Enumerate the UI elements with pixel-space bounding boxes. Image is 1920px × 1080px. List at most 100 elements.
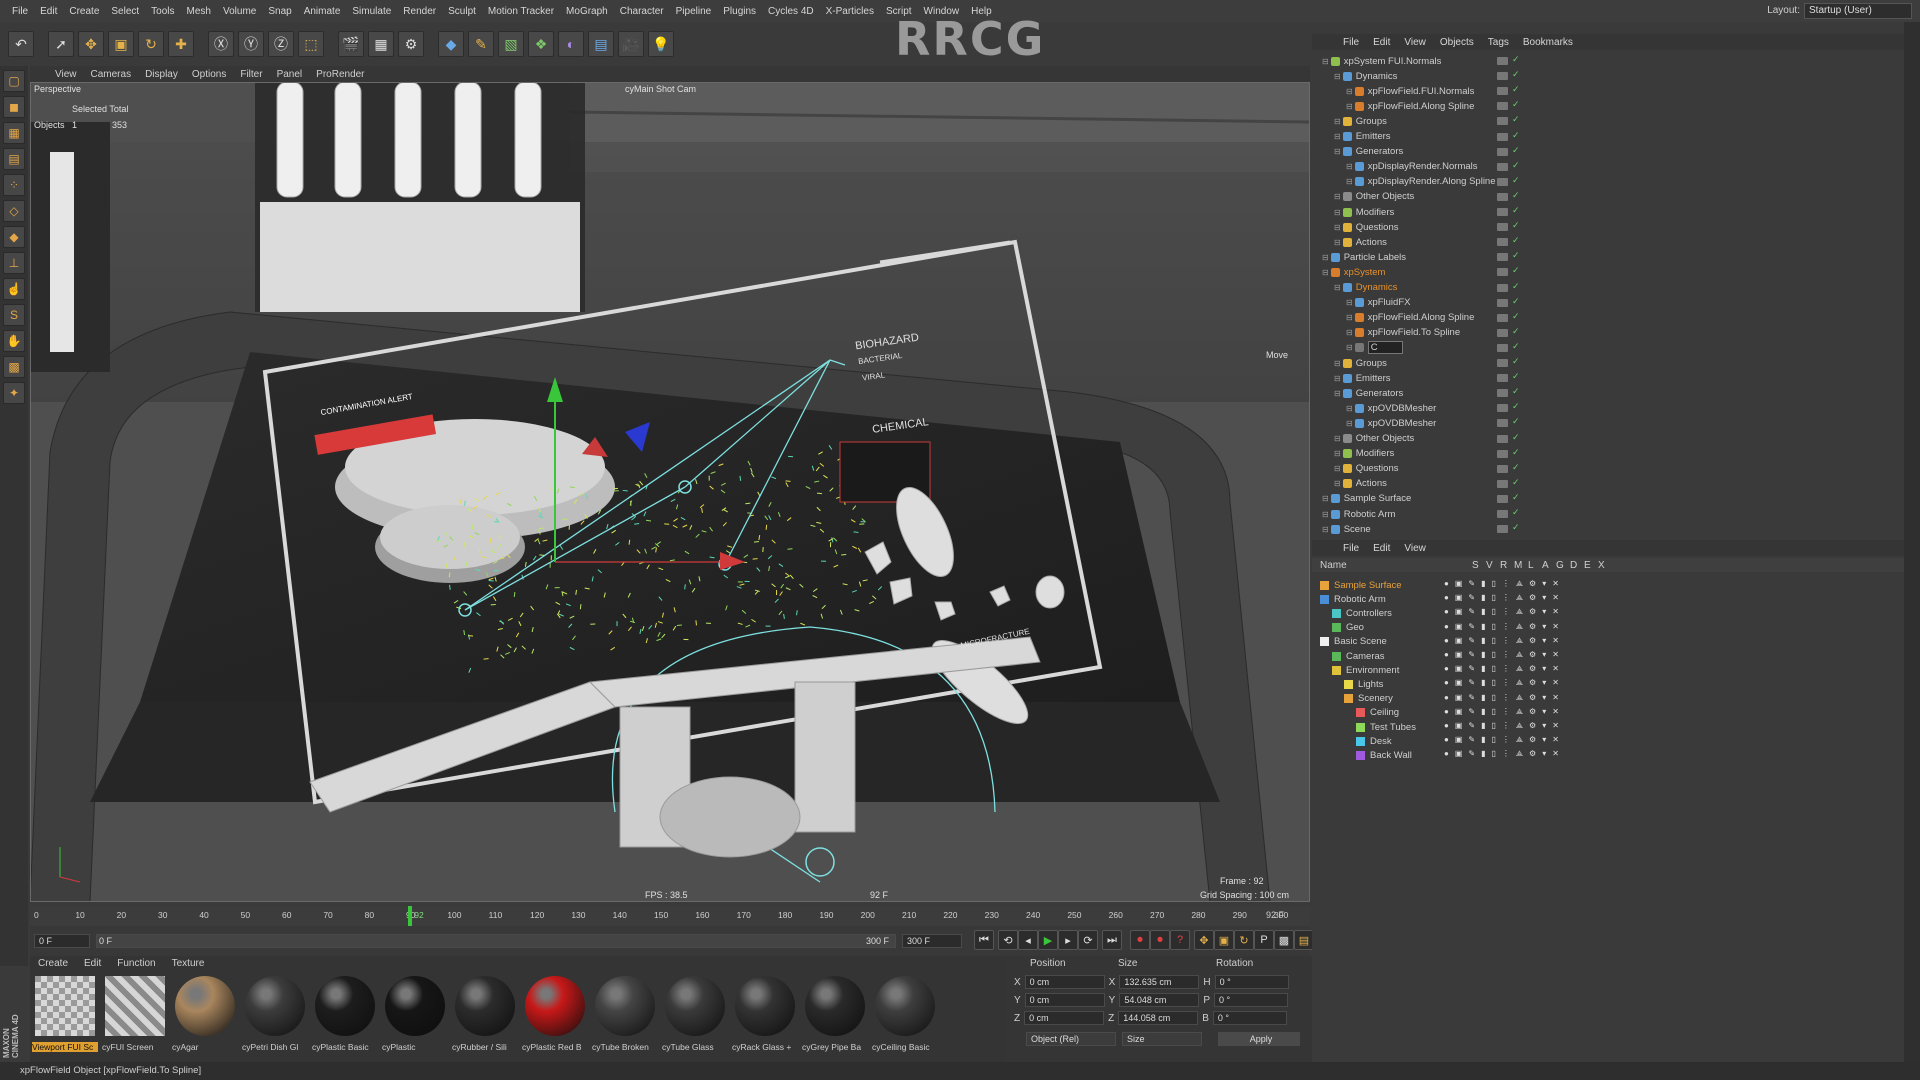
- enabled-check-icon[interactable]: ✓: [1512, 160, 1520, 171]
- visibility-dot-icon[interactable]: [1497, 374, 1508, 383]
- scheme-icon[interactable]: ▤: [1294, 930, 1314, 950]
- layer-item[interactable]: Test Tubes: [1320, 720, 1416, 734]
- autokey-icon[interactable]: ⏺: [1150, 930, 1170, 950]
- enabled-check-icon[interactable]: ✓: [1512, 235, 1520, 246]
- expand-icon[interactable]: ⊟: [1334, 434, 1341, 443]
- menu-select[interactable]: Select: [105, 6, 145, 17]
- rotation-field[interactable]: 0 °: [1212, 1011, 1287, 1025]
- layer-color-swatch[interactable]: [1344, 694, 1353, 704]
- visibility-dot-icon[interactable]: [1497, 419, 1508, 428]
- enabled-check-icon[interactable]: ✓: [1512, 341, 1520, 352]
- layer-item[interactable]: Ceiling: [1320, 706, 1399, 720]
- object-menu-file[interactable]: File: [1336, 37, 1366, 48]
- menu-sculpt[interactable]: Sculpt: [442, 6, 482, 17]
- visibility-dot-icon[interactable]: [1497, 389, 1508, 398]
- scale-tool-icon[interactable]: ▣: [108, 31, 134, 57]
- right-side-tabs[interactable]: [1904, 22, 1920, 1062]
- material-swatch[interactable]: cyGrey Pipe Ba: [802, 976, 868, 1058]
- polygons-mode-icon[interactable]: ◆: [3, 226, 25, 248]
- menu-snap[interactable]: Snap: [262, 6, 297, 17]
- select-tool-icon[interactable]: ➚: [48, 31, 74, 57]
- layer-toggle-icons[interactable]: ●▣✎▮▯⋮⟁⚙▾✕: [1444, 622, 1565, 632]
- object-tree-item[interactable]: ⊟ Groups: [1322, 114, 1387, 128]
- expand-icon[interactable]: ⊟: [1322, 57, 1329, 66]
- object-tree-item[interactable]: ⊟ xpFluidFX: [1322, 296, 1410, 310]
- layer-color-swatch[interactable]: [1356, 736, 1365, 746]
- object-tree-item[interactable]: ⊟ Emitters: [1322, 130, 1391, 144]
- layer-item[interactable]: Controllers: [1320, 606, 1392, 620]
- enabled-check-icon[interactable]: ✓: [1512, 54, 1520, 65]
- points-mode-icon[interactable]: ⁘: [3, 174, 25, 196]
- model-mode-icon[interactable]: ◼: [3, 96, 25, 118]
- material-swatch[interactable]: cyRack Glass +: [732, 976, 798, 1058]
- visibility-dot-icon[interactable]: [1497, 132, 1508, 141]
- layer-color-swatch[interactable]: [1356, 708, 1365, 718]
- object-tree-item[interactable]: ⊟ C: [1322, 341, 1403, 355]
- object-tree-item[interactable]: ⊟ xpOVDBMesher: [1322, 401, 1436, 415]
- enabled-check-icon[interactable]: ✓: [1512, 281, 1520, 292]
- object-tree-item[interactable]: ⊟ Emitters: [1322, 371, 1391, 385]
- prev-key-icon[interactable]: ⟲: [998, 930, 1018, 950]
- material-swatch[interactable]: cyTube Broken: [592, 976, 658, 1058]
- key-pla-icon[interactable]: ▩: [1274, 930, 1294, 950]
- visibility-dot-icon[interactable]: [1497, 449, 1508, 458]
- expand-icon[interactable]: ⊟: [1334, 192, 1341, 201]
- create-object-icon[interactable]: ✚: [168, 31, 194, 57]
- enabled-check-icon[interactable]: ✓: [1512, 130, 1520, 141]
- object-menu-bookmarks[interactable]: Bookmarks: [1516, 37, 1580, 48]
- key-rotation-icon[interactable]: ↻: [1234, 930, 1254, 950]
- expand-icon[interactable]: ⊟: [1334, 132, 1341, 141]
- menu-x-particles[interactable]: X-Particles: [820, 6, 880, 17]
- layer-menu-view[interactable]: View: [1397, 543, 1433, 554]
- paint-icon[interactable]: ✦: [3, 382, 25, 404]
- visibility-dot-icon[interactable]: [1497, 223, 1508, 232]
- enabled-check-icon[interactable]: ✓: [1512, 190, 1520, 201]
- object-tree-item[interactable]: ⊟ xpDisplayRender.Along Spline: [1322, 175, 1496, 189]
- enabled-check-icon[interactable]: ✓: [1512, 205, 1520, 216]
- viewport-menu-view[interactable]: View: [48, 69, 84, 80]
- expand-icon[interactable]: ⊟: [1346, 419, 1353, 428]
- coord-size-dropdown[interactable]: Size: [1122, 1032, 1202, 1046]
- object-tree-item[interactable]: ⊟ Sample Surface: [1322, 492, 1411, 506]
- object-tree-item[interactable]: ⊟ xpFlowField.To Spline: [1322, 326, 1460, 340]
- prev-frame-icon[interactable]: ◂: [1018, 930, 1038, 950]
- key-param-icon[interactable]: P: [1254, 930, 1274, 950]
- layer-toggle-icons[interactable]: ●▣✎▮▯⋮⟁⚙▾✕: [1444, 579, 1565, 589]
- expand-icon[interactable]: ⊟: [1334, 374, 1341, 383]
- coord-mode-dropdown[interactable]: Object (Rel): [1026, 1032, 1116, 1046]
- enabled-check-icon[interactable]: ✓: [1512, 114, 1520, 125]
- workplane-icon[interactable]: ▤: [3, 148, 25, 170]
- menu-character[interactable]: Character: [614, 6, 670, 17]
- object-tree-item[interactable]: ⊟ xpFlowField.Along Spline: [1322, 99, 1474, 113]
- layer-toggle-icons[interactable]: ●▣✎▮▯⋮⟁⚙▾✕: [1444, 707, 1565, 717]
- apply-button[interactable]: Apply: [1218, 1032, 1300, 1046]
- enabled-check-icon[interactable]: ✓: [1512, 265, 1520, 276]
- next-key-icon[interactable]: ⟳: [1078, 930, 1098, 950]
- expand-icon[interactable]: ⊟: [1334, 72, 1341, 81]
- expand-icon[interactable]: ⊟: [1334, 238, 1341, 247]
- expand-icon[interactable]: ⊟: [1346, 177, 1353, 186]
- visibility-dot-icon[interactable]: [1497, 162, 1508, 171]
- viewport-menu-panel[interactable]: Panel: [270, 69, 310, 80]
- material-swatch[interactable]: cyRubber / Sili: [452, 976, 518, 1058]
- object-tree-item[interactable]: ⊟ Scene: [1322, 522, 1371, 536]
- enabled-check-icon[interactable]: ✓: [1512, 477, 1520, 488]
- goto-start-icon[interactable]: ⏮: [974, 930, 994, 950]
- object-tree-item[interactable]: ⊟ Generators: [1322, 145, 1403, 159]
- position-field[interactable]: 0 cm: [1024, 975, 1105, 989]
- next-frame-icon[interactable]: ▸: [1058, 930, 1078, 950]
- object-tree-item[interactable]: ⊟ Dynamics: [1322, 281, 1397, 295]
- make-editable-icon[interactable]: ▢: [3, 70, 25, 92]
- layer-color-swatch[interactable]: [1332, 623, 1341, 633]
- position-field[interactable]: 0 cm: [1024, 993, 1105, 1007]
- expand-icon[interactable]: ⊟: [1334, 147, 1341, 156]
- size-field[interactable]: 144.058 cm: [1118, 1011, 1199, 1025]
- visibility-dot-icon[interactable]: [1497, 404, 1508, 413]
- visibility-dot-icon[interactable]: [1497, 283, 1508, 292]
- object-menu-tags[interactable]: Tags: [1481, 37, 1516, 48]
- layer-item[interactable]: Cameras: [1320, 649, 1385, 663]
- material-swatch[interactable]: cyPlastic: [382, 976, 448, 1058]
- layer-toggle-icons[interactable]: ●▣✎▮▯⋮⟁⚙▾✕: [1444, 749, 1565, 759]
- layer-color-swatch[interactable]: [1320, 637, 1329, 647]
- enabled-check-icon[interactable]: ✓: [1512, 522, 1520, 533]
